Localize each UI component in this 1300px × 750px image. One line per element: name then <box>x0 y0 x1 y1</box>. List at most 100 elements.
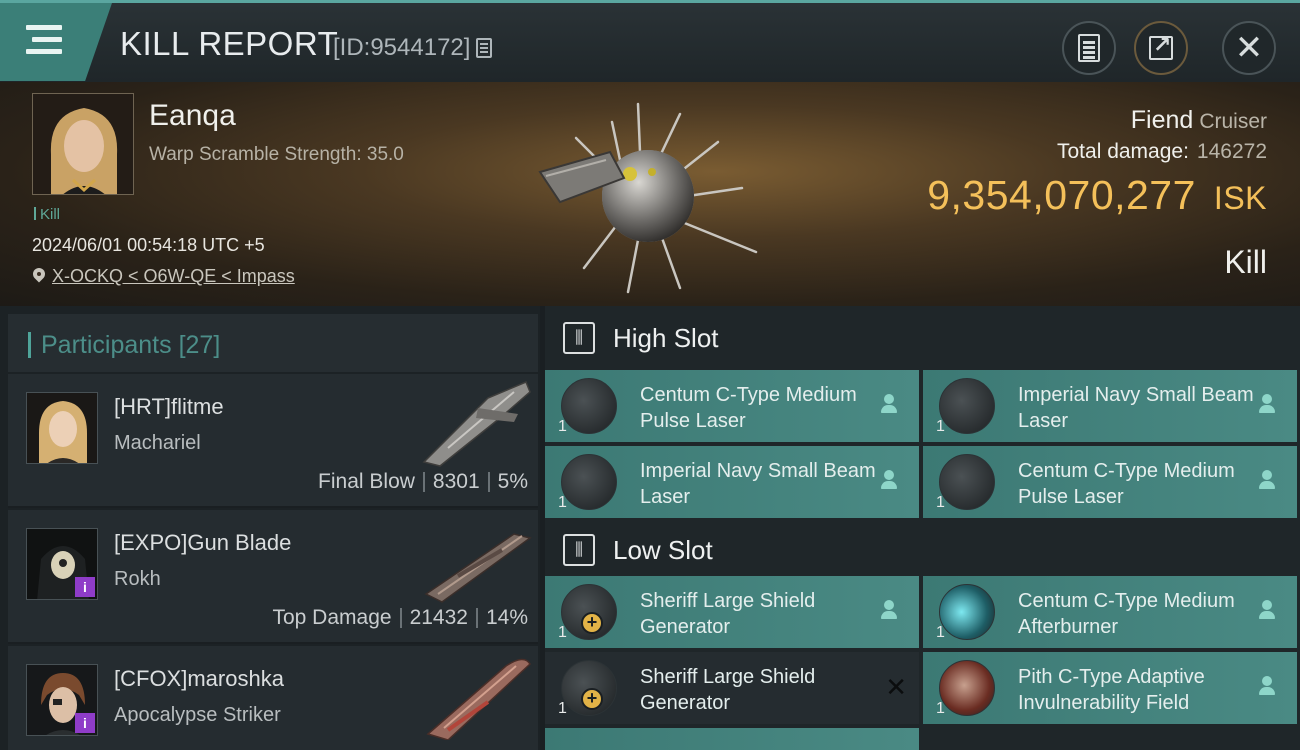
participant-percent: 5% <box>497 470 528 493</box>
participants-header: Participants [27] <box>8 314 538 372</box>
victim-ship: Fiend Cruiser <box>1131 106 1267 135</box>
stat-divider <box>399 608 402 628</box>
participant-ship-image <box>424 533 532 603</box>
module-name: Pith C-Type Adaptive Invulnerability Fie… <box>1018 666 1205 714</box>
victim-name: Eanqa <box>149 99 236 132</box>
module-item[interactable]: + 1 Sheriff Large Shield Generator <box>545 576 919 648</box>
victim-ship-image <box>538 102 758 294</box>
page-title: KILL REPORT <box>120 25 339 62</box>
module-quantity: 1 <box>558 494 567 511</box>
report-button[interactable] <box>1062 21 1116 75</box>
participant-ship-image <box>422 381 531 467</box>
stat-divider <box>487 472 490 492</box>
plus-icon: + <box>581 612 603 634</box>
participant-stats: Final Blow 8301 5% <box>318 470 528 494</box>
total-damage-value: 146272 <box>1196 140 1267 163</box>
person-icon <box>1259 394 1275 416</box>
report-id: [ID:9544172] <box>333 34 493 62</box>
module-name: Imperial Navy Small Beam Laser <box>1018 384 1254 432</box>
isk-value: 9,354,070,277 ISK <box>927 172 1267 219</box>
afterburner-icon <box>939 584 995 640</box>
person-icon <box>1259 676 1275 698</box>
location-link[interactable]: X-OCKQ < O6W-QE < Impass <box>52 266 295 287</box>
participant-role: Final Blow <box>318 470 415 493</box>
pulse-laser-icon <box>561 378 617 434</box>
close-button[interactable]: ✕ <box>1222 21 1276 75</box>
header-bar: KILL REPORT [ID:9544172] ✕ <box>0 0 1300 82</box>
participant-ship-image <box>426 658 531 740</box>
kill-location[interactable]: X-OCKQ < O6W-QE < Impass <box>32 266 295 287</box>
module-item[interactable]: 1 Centum C-Type Medium Pulse Laser <box>923 446 1297 518</box>
fitting-panel: ⫼ High Slot 1 Centum C-Type Medium Pulse… <box>545 306 1300 750</box>
participant-avatar[interactable] <box>26 392 98 464</box>
menu-button[interactable] <box>0 3 112 81</box>
participant-avatar[interactable]: i <box>26 528 98 600</box>
victim-panel: Eanqa Warp Scramble Strength: 35.0 Kill … <box>0 82 1300 306</box>
low-slot-header: ⫼ Low Slot <box>545 518 1300 582</box>
plus-icon: + <box>581 688 603 710</box>
participant-row[interactable]: i [EXPO]Gun Blade Rokh Top Damage 21432 … <box>8 510 538 644</box>
low-slot-title: Low Slot <box>613 534 713 565</box>
participant-row[interactable]: [HRT]flitme Machariel Final Blow 8301 5% <box>8 374 538 508</box>
participants-title-text: Participants <box>41 331 172 359</box>
kill-datetime: 2024/06/01 00:54:18 UTC +5 <box>32 235 265 255</box>
stat-divider <box>422 472 425 492</box>
result-label: Kill <box>1224 244 1267 280</box>
module-item[interactable]: 1 Centum C-Type Medium Pulse Laser <box>545 370 919 442</box>
hamburger-icon <box>26 25 62 55</box>
high-slot-icon: ⫼ <box>563 322 595 354</box>
pulse-laser-icon <box>939 454 995 510</box>
warp-scramble-strength: Warp Scramble Strength: 35.0 <box>149 144 404 165</box>
share-button[interactable] <box>1134 21 1188 75</box>
isk-amount: 9,354,070,277 <box>927 172 1196 218</box>
isk-unit: ISK <box>1213 180 1267 216</box>
low-slot-icon: ⫼ <box>563 534 595 566</box>
report-id-text: [ID:9544172] <box>333 34 471 61</box>
module-name: Centum C-Type Medium Pulse Laser <box>1018 460 1235 508</box>
invulnerability-field-icon <box>939 660 995 716</box>
kill-tag: Kill <box>34 206 60 223</box>
close-icon: ✕ <box>1234 29 1264 67</box>
stat-divider <box>475 608 478 628</box>
participant-ship: Apocalypse Striker <box>114 704 281 726</box>
module-item[interactable]: 1 Centum C-Type Medium Afterburner <box>923 576 1297 648</box>
purple-badge-icon: i <box>75 577 95 597</box>
module-quantity: 1 <box>936 418 945 435</box>
module-item[interactable]: 1 Imperial Navy Small Beam Laser <box>923 370 1297 442</box>
participant-ship: Rokh <box>114 568 161 590</box>
high-slot-title: High Slot <box>613 322 719 353</box>
module-item[interactable]: 1 Imperial Navy Small Beam Laser <box>545 446 919 518</box>
person-icon <box>881 600 897 622</box>
victim-ship-class: Cruiser <box>1199 110 1267 133</box>
beam-laser-icon <box>939 378 995 434</box>
destroyed-x-icon: ✕ <box>885 672 907 702</box>
participant-damage: 21432 <box>409 606 468 629</box>
module-item[interactable]: + 1 Sheriff Large Shield Generator ✕ <box>545 652 919 724</box>
participant-row[interactable]: i [CFOX]maroshka Apocalypse Striker <box>8 646 538 750</box>
module-quantity: 1 <box>936 494 945 511</box>
module-item[interactable] <box>545 728 919 750</box>
module-quantity: 1 <box>558 700 567 717</box>
share-icon <box>1149 32 1173 60</box>
module-name: Sheriff Large Shield Generator <box>640 590 816 638</box>
header-accent-bar <box>28 332 31 358</box>
participants-title: Participants [27] <box>41 331 220 360</box>
person-icon <box>881 394 897 416</box>
participant-damage: 8301 <box>432 470 480 493</box>
person-icon <box>1259 600 1275 622</box>
participant-name: [CFOX]maroshka <box>114 666 284 691</box>
copy-icon[interactable] <box>476 38 493 58</box>
module-name: Sheriff Large Shield Generator <box>640 666 816 714</box>
person-icon <box>881 470 897 492</box>
total-damage-label: Total damage: <box>1057 140 1189 163</box>
participant-name: [HRT]flitme <box>114 394 224 419</box>
participants-count: [27] <box>178 331 221 359</box>
participant-avatar[interactable]: i <box>26 664 98 736</box>
participant-ship: Machariel <box>114 432 201 454</box>
victim-ship-name: Fiend <box>1130 106 1194 134</box>
module-item[interactable]: 1 Pith C-Type Adaptive Invulnerability F… <box>923 652 1297 724</box>
person-icon <box>1259 470 1275 492</box>
victim-portrait[interactable] <box>32 93 134 195</box>
participant-stats: Top Damage 21432 14% <box>272 606 528 630</box>
module-quantity: 1 <box>558 418 567 435</box>
